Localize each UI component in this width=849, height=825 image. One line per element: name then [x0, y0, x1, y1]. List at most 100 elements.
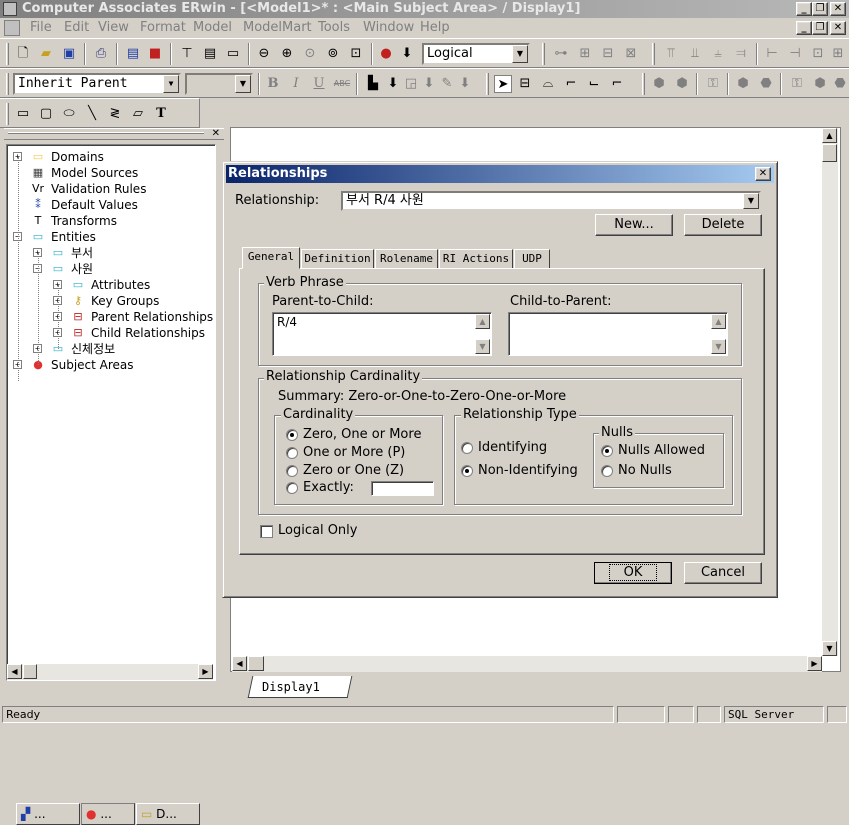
scroll-up-arrow-icon[interactable]: ▲: [822, 128, 837, 143]
doc-close-button[interactable]: ✕: [830, 21, 846, 35]
tree-item[interactable]: − ▭ Entities: [7, 229, 213, 245]
align-middle-icon[interactable]: ⫫: [686, 45, 704, 63]
zoom-out-icon[interactable]: ⊖: [255, 45, 273, 63]
strikethrough-button[interactable]: ABC: [333, 75, 351, 93]
toolbar-grip[interactable]: [486, 73, 489, 95]
tree-item[interactable]: Vr Validation Rules: [7, 181, 213, 197]
non-identifying-radio[interactable]: [461, 465, 473, 477]
toolbar-grip[interactable]: [542, 43, 545, 65]
italic-button[interactable]: I: [287, 75, 305, 93]
dropdown-arrow-icon[interactable]: ⬇: [398, 45, 416, 63]
mart-lock-icon[interactable]: ⚿: [788, 75, 806, 93]
dropdown-arrow-icon[interactable]: ⬇: [456, 75, 474, 93]
align-top-icon[interactable]: ⫪: [662, 45, 680, 63]
save-icon[interactable]: ▣: [60, 45, 78, 63]
menu-edit[interactable]: Edit: [64, 20, 89, 35]
cancel-button[interactable]: Cancel: [684, 562, 762, 584]
menu-format[interactable]: Format: [140, 20, 186, 35]
tree-item[interactable]: ▦ Model Sources: [7, 165, 213, 181]
cardinality-zero-one-more-radio[interactable]: [286, 429, 298, 441]
scroll-down-arrow-icon[interactable]: ▼: [822, 641, 837, 656]
polyline-tool-icon[interactable]: ≷: [106, 105, 124, 123]
toolbar-grip[interactable]: [6, 73, 9, 95]
entity-display-icon[interactable]: ▤: [201, 45, 219, 63]
scroll-up-arrow-icon[interactable]: ▲: [475, 314, 490, 329]
same-width-icon[interactable]: ⊞: [829, 45, 847, 63]
line-tool-icon[interactable]: ╲: [83, 105, 101, 123]
scroll-thumb[interactable]: [822, 144, 837, 162]
tree-item[interactable]: + ▭ Domains: [7, 149, 213, 165]
minimize-button[interactable]: _: [796, 2, 812, 16]
ok-button[interactable]: OK: [594, 562, 672, 584]
logical-only-checkbox[interactable]: [260, 525, 273, 538]
zoom-fit-icon[interactable]: ⊙: [301, 45, 319, 63]
no-nulls-radio[interactable]: [601, 465, 613, 477]
menu-model[interactable]: Model: [193, 20, 232, 35]
report-icon[interactable]: ▤: [124, 45, 142, 63]
menu-file[interactable]: File: [30, 20, 52, 35]
model-color-icon[interactable]: ■: [146, 45, 164, 63]
pointer-tool-icon[interactable]: ➤: [494, 75, 512, 93]
identifying-rel-tool-icon[interactable]: ⌐: [562, 75, 580, 93]
document-icon[interactable]: [4, 20, 20, 36]
tab-model[interactable]: ▞ ...: [16, 803, 80, 825]
mart-open-icon[interactable]: ⬢: [673, 75, 691, 93]
tab-general[interactable]: General: [242, 247, 300, 269]
hierarchy-icon[interactable]: ⊟: [599, 45, 617, 63]
tab-rolename[interactable]: Rolename: [375, 249, 438, 269]
doc-restore-button[interactable]: ❐: [812, 21, 828, 35]
bold-button[interactable]: B: [264, 75, 282, 93]
scroll-right-arrow-icon[interactable]: ▶: [807, 656, 822, 671]
menu-window[interactable]: Window: [363, 20, 414, 35]
lock-icon[interactable]: ⚿: [704, 75, 722, 93]
align-icon[interactable]: ⊶: [552, 45, 570, 63]
diagram-horizontal-scrollbar[interactable]: ◀ ▶: [232, 656, 822, 672]
menu-tools[interactable]: Tools: [318, 20, 350, 35]
tree-item[interactable]: T Transforms: [7, 213, 213, 229]
ellipse-tool-icon[interactable]: ⬭: [60, 105, 78, 123]
underline-button[interactable]: U: [310, 75, 328, 93]
view-level-select[interactable]: Logical ▼: [422, 43, 530, 65]
cardinality-exactly-input[interactable]: [371, 481, 434, 496]
toolbar-grip[interactable]: [642, 73, 645, 95]
align-left-icon[interactable]: ⫤: [732, 45, 750, 63]
tab-udp[interactable]: UDP: [514, 249, 550, 269]
maximize-button[interactable]: ❐: [812, 2, 828, 16]
scroll-up-arrow-icon[interactable]: ▲: [711, 314, 726, 329]
parent-to-child-input[interactable]: R/4 ▲ ▼: [272, 312, 492, 356]
diagram-vertical-scrollbar[interactable]: ▲ ▼: [822, 128, 838, 656]
distribute-v-icon[interactable]: ⊣: [786, 45, 804, 63]
font-color-icon[interactable]: ✎: [438, 75, 456, 93]
panel-grip[interactable]: [8, 132, 204, 134]
chevron-down-icon[interactable]: ▼: [512, 45, 528, 63]
zoom-window-icon[interactable]: ⊡: [347, 45, 365, 63]
scroll-down-arrow-icon[interactable]: ▼: [711, 339, 726, 354]
scroll-right-arrow-icon[interactable]: ▶: [198, 664, 213, 679]
identifying-radio[interactable]: [461, 442, 473, 454]
distribute-h-icon[interactable]: ⊢: [763, 45, 781, 63]
entity-display-select[interactable]: Inherit Parent ▼: [13, 73, 181, 95]
close-button[interactable]: ✕: [830, 2, 846, 16]
print-icon[interactable]: ⎙: [92, 45, 110, 63]
same-size-icon[interactable]: ⊡: [809, 45, 827, 63]
text-tool-icon[interactable]: T: [152, 105, 170, 123]
panel-close-icon[interactable]: ✕: [212, 129, 220, 139]
cardinality-one-or-more-radio[interactable]: [286, 447, 298, 459]
size-grip-icon[interactable]: [827, 706, 847, 723]
tree-item[interactable]: ⁑ Default Values: [7, 197, 213, 213]
format-painter-icon[interactable]: ⊤: [178, 45, 196, 63]
tab-subject-areas[interactable]: ● ...: [81, 803, 135, 825]
menu-view[interactable]: View: [98, 20, 129, 35]
polygon-tool-icon[interactable]: ▱: [129, 105, 147, 123]
dropdown-arrow-icon[interactable]: ⬇: [384, 75, 402, 93]
zoom-100-icon[interactable]: ⊚: [324, 45, 342, 63]
network-icon[interactable]: ⊠: [622, 45, 640, 63]
scroll-down-arrow-icon[interactable]: ▼: [475, 339, 490, 354]
mart-merge-icon[interactable]: ⬣: [757, 75, 775, 93]
toolbar-grip[interactable]: [6, 43, 9, 65]
non-identifying-rel-tool-icon[interactable]: ⌐: [608, 75, 626, 93]
mart-icon[interactable]: ⬢: [650, 75, 668, 93]
new-button[interactable]: New...: [595, 214, 673, 236]
child-to-parent-input[interactable]: ▲ ▼: [508, 312, 728, 356]
entity-tool-icon[interactable]: ⊟: [516, 75, 534, 93]
